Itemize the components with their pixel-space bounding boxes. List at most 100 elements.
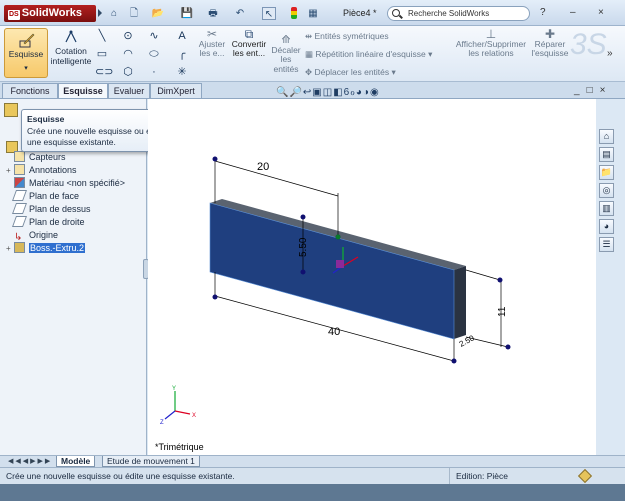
more-chevron-icon[interactable]: » — [607, 48, 613, 59]
tab-modele[interactable]: Modèle — [56, 456, 96, 467]
reparer-esquisse-button[interactable]: ✚ Réparer l'esquisse — [530, 28, 570, 59]
tree-item-plan-de-face[interactable]: Plan de face — [6, 190, 79, 203]
midpoint-marker[interactable] — [335, 234, 341, 240]
dimension-11[interactable]: 11 — [497, 306, 508, 317]
tree-item-plan-de-dessus[interactable]: Plan de dessus — [6, 203, 91, 216]
sketch-point[interactable] — [451, 358, 457, 364]
menu-arrow-icon[interactable] — [98, 9, 102, 17]
doc-close-icon[interactable]: × — [600, 85, 613, 96]
circle-icon[interactable]: ⊙ — [121, 29, 135, 43]
status-message: Crée une nouvelle esquisse ou édite une … — [6, 471, 235, 481]
tab-esquisse[interactable]: Esquisse — [58, 83, 108, 98]
polygon-icon[interactable]: ⬡ — [121, 65, 135, 79]
entites-symetriques-button[interactable]: ⇹ Entités symétriques — [305, 31, 389, 42]
open-folder-icon[interactable]: 📂 — [150, 7, 166, 20]
expand-icon[interactable]: + — [6, 164, 14, 177]
section-view-icon[interactable]: ▣ — [312, 87, 322, 98]
house-icon[interactable]: ⌂ — [108, 7, 120, 20]
sketch-point[interactable] — [505, 344, 511, 350]
zoom-area-icon[interactable]: 🔎 — [289, 87, 302, 98]
hide-show-icon[interactable]: 6ℴ — [344, 87, 356, 98]
dimension-5-50[interactable]: 5.50 — [298, 237, 309, 257]
minimize-button[interactable]: – — [570, 7, 576, 19]
esquisse-button[interactable]: Esquisse ▾ — [4, 28, 48, 78]
sketch-point[interactable] — [300, 269, 306, 275]
tab-nav-arrows[interactable]: ◀◀◀▶▶▶ — [8, 457, 52, 465]
deplacer-entites-button[interactable]: ✥ Déplacer les entités ▾ — [305, 67, 396, 78]
custom-properties-icon[interactable]: ☰ — [599, 237, 614, 252]
line-icon[interactable]: ╲ — [95, 29, 109, 43]
sketch-point[interactable] — [212, 294, 218, 300]
convertir-button[interactable]: ⧉ Convertir les ent... — [230, 28, 268, 59]
afficher-relations-button[interactable]: ⊥ Afficher/Supprimer les relations — [455, 28, 527, 59]
new-document-icon[interactable]: 🗋 — [128, 7, 140, 20]
tab-evaluer[interactable]: Evaluer — [108, 83, 150, 98]
tab-fonctions[interactable]: Fonctions — [2, 83, 58, 98]
dropdown-arrow-icon[interactable]: ▾ — [5, 64, 47, 72]
tree-item-materiau[interactable]: Matériau <non spécifié> — [6, 177, 125, 190]
dimension-20[interactable]: 20 — [257, 161, 269, 173]
tree-item-capteurs[interactable]: Capteurs — [6, 151, 66, 164]
previous-view-icon[interactable]: ↩ — [303, 87, 312, 98]
model-view[interactable]: 20 40 11 5.50 2.50 Y X Z *Trimétrique — [148, 99, 596, 455]
sketch-point[interactable] — [300, 214, 306, 220]
close-button[interactable]: × — [598, 7, 604, 19]
undo-icon[interactable]: ↶ — [232, 7, 248, 20]
display-style-icon[interactable]: ◧ — [333, 87, 343, 98]
tree-item-plan-de-droite[interactable]: Plan de droite — [6, 216, 85, 229]
view-settings-icon[interactable]: ◉ — [370, 87, 380, 98]
select-cursor-icon[interactable]: ↖ — [262, 7, 276, 20]
construction-icon[interactable]: ✳ — [175, 65, 189, 79]
tree-item-label: Origine — [29, 230, 59, 240]
appearances-icon[interactable]: ◕ — [599, 219, 614, 234]
zoom-fit-icon[interactable]: 🔍 — [276, 87, 289, 98]
search-input[interactable]: Recherche SolidWorks — [387, 6, 530, 21]
expand-icon[interactable]: + — [6, 242, 14, 255]
save-icon[interactable]: 💾 — [180, 7, 194, 20]
fillet-icon[interactable]: ╭ — [175, 47, 189, 61]
feature-manager-icon[interactable] — [4, 103, 18, 117]
panel-tab-icons — [4, 103, 18, 117]
options-icon[interactable]: ▦ — [306, 7, 320, 20]
tree-item-annotations[interactable]: + Annotations — [6, 164, 77, 177]
file-explorer-icon[interactable]: 📁 — [599, 165, 614, 180]
rectangle-icon[interactable]: ▭ — [95, 47, 109, 61]
ajuster-button[interactable]: ✂ Ajuster les e... — [196, 28, 228, 59]
tab-dimxpert[interactable]: DimXpert — [150, 83, 202, 98]
view-orientation-icon[interactable]: ◫ — [323, 87, 333, 98]
doc-minimize-icon[interactable]: _ — [574, 85, 587, 96]
tab-etude-de-mouvement[interactable]: Etude de mouvement 1 — [102, 456, 200, 467]
appearance-icon[interactable]: ◕ — [356, 87, 363, 98]
search-results-icon[interactable]: ◎ — [599, 183, 614, 198]
solidworks-logo[interactable]: DS SolidWorks — [4, 5, 96, 22]
arc-icon[interactable]: ◠ — [121, 47, 135, 61]
decaler-button[interactable]: ⟰ Décaler les entités — [270, 35, 302, 74]
point-icon[interactable]: · — [147, 65, 161, 79]
spline-icon[interactable]: ∿ — [147, 29, 161, 43]
part-front-face[interactable] — [209, 202, 455, 340]
graphics-area[interactable]: 20 40 11 5.50 2.50 Y X Z *Trimétrique — [148, 99, 596, 455]
sketch-point[interactable] — [212, 156, 218, 162]
tree-item-label: Capteurs — [29, 152, 66, 162]
print-icon[interactable]: 🖶 — [206, 7, 220, 20]
part-side-face[interactable] — [454, 266, 466, 339]
watermark-logo: 3S — [570, 28, 607, 61]
rebuild-icon[interactable] — [290, 7, 298, 20]
doc-restore-icon[interactable]: □ — [587, 85, 600, 96]
cotation-intelligente-button[interactable]: Cotation intelligente — [50, 30, 92, 74]
text-icon[interactable]: A — [175, 29, 189, 43]
scene-icon[interactable]: ◑ — [363, 87, 370, 98]
rebuild-status-icon[interactable] — [577, 468, 593, 484]
help-button[interactable]: ? — [540, 7, 546, 19]
slot-icon[interactable]: ⊂⊃ — [95, 65, 113, 79]
home-icon[interactable]: ⌂ — [599, 129, 614, 144]
repetition-lineaire-button[interactable]: ▦ Répétition linéaire d'esquisse ▾ — [305, 49, 432, 60]
logo-text: SolidWorks — [21, 7, 83, 19]
dimension-40[interactable]: 40 — [328, 326, 340, 338]
tree-item-origine[interactable]: ↳ Origine — [6, 229, 59, 243]
design-library-icon[interactable]: ▤ — [599, 147, 614, 162]
view-palette-icon[interactable]: ▥ — [599, 201, 614, 216]
sketch-point[interactable] — [497, 277, 503, 283]
tree-item-boss-extrude[interactable]: + Boss.-Extru.2 — [6, 242, 86, 255]
ellipse-icon[interactable]: ⬭ — [147, 47, 161, 61]
